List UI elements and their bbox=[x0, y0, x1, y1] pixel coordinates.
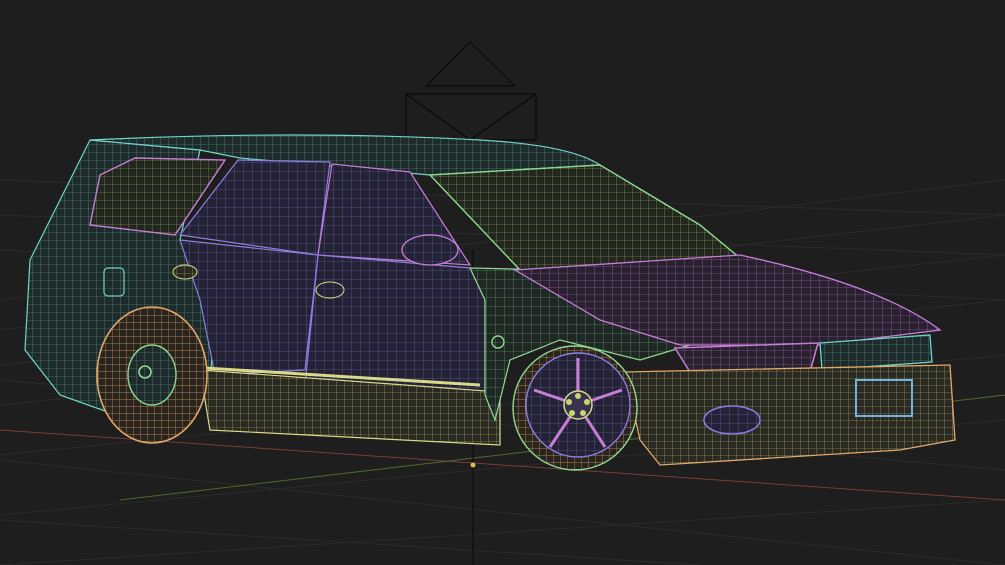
origin-marker bbox=[470, 462, 476, 468]
rear-wheel[interactable] bbox=[96, 306, 208, 444]
rear-door-handle[interactable] bbox=[172, 264, 198, 280]
headlight[interactable] bbox=[673, 342, 819, 373]
3d-viewport[interactable] bbox=[0, 0, 1005, 565]
front-wheel[interactable] bbox=[512, 345, 638, 471]
front-door-handle[interactable] bbox=[315, 281, 345, 299]
front-door-panel[interactable] bbox=[304, 254, 486, 396]
side-mirror[interactable] bbox=[401, 234, 459, 266]
viewport-canvas[interactable] bbox=[0, 0, 1005, 565]
camera-icon[interactable] bbox=[405, 41, 537, 141]
fog-light[interactable] bbox=[703, 405, 761, 435]
car-wireframe-model[interactable] bbox=[24, 134, 956, 471]
